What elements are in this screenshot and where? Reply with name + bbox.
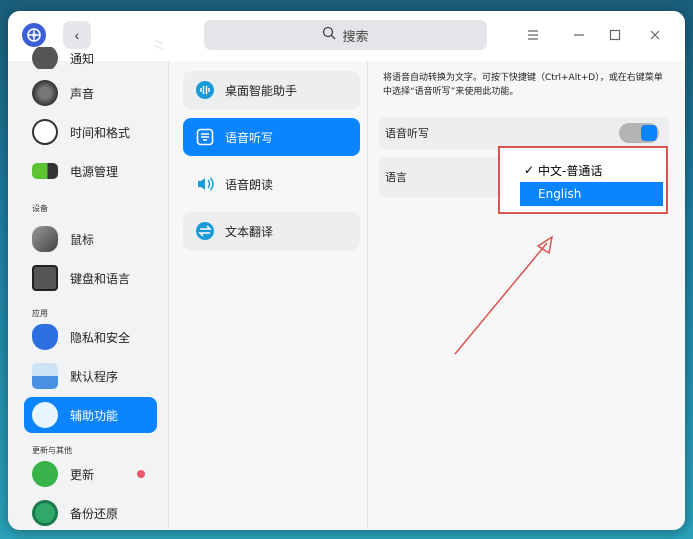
menu-icon <box>528 30 538 40</box>
sidebar-item-backup-restore[interactable]: 备份还原 <box>24 495 157 530</box>
language-dropdown[interactable]: ✓ 中文-普通话 English <box>498 146 668 214</box>
shield-icon <box>32 324 58 350</box>
menu-button[interactable] <box>518 21 548 49</box>
keyboard-icon <box>32 265 58 291</box>
submenu-item-assistant[interactable]: 桌面智能助手 <box>183 71 360 109</box>
control-center-logo-icon <box>22 23 46 47</box>
assistant-icon <box>195 80 215 100</box>
battery-icon <box>32 163 58 179</box>
submenu-item-read-aloud[interactable]: 语音朗读 <box>183 165 360 203</box>
sidebar-item-accessibility[interactable]: 辅助功能 <box>24 397 157 433</box>
back-button[interactable]: ‹ <box>63 21 91 49</box>
sidebar-item-update[interactable]: 更新 <box>24 456 157 492</box>
search-icon <box>322 26 336 44</box>
accessibility-submenu: 桌面智能助手 语音听写 语音朗读 文本翻译 <box>168 61 368 530</box>
backup-icon <box>32 500 58 526</box>
sidebar: 通知 声音 时间和格式 电源管理 设备 鼠标 键盘和语言 应用 隐私和安全 默认… <box>8 47 168 530</box>
minimize-icon <box>574 34 584 36</box>
submenu-item-translate[interactable]: 文本翻译 <box>183 212 360 250</box>
mouse-icon <box>32 226 58 252</box>
accessibility-icon <box>32 402 58 428</box>
sidebar-item-notification[interactable]: 通知 <box>24 47 157 69</box>
translate-icon <box>195 221 215 241</box>
sidebar-item-sound[interactable]: 声音 <box>24 75 157 111</box>
default-apps-icon <box>32 363 58 389</box>
sidebar-item-privacy-security[interactable]: 隐私和安全 <box>24 319 157 355</box>
dictation-icon <box>195 127 215 147</box>
sidebar-group-apps: 应用 <box>32 309 48 318</box>
language-label: 语言 <box>385 171 407 184</box>
dictation-description: 将语音自动转换为文字。可按下快捷键（Ctrl+Alt+D），或在右键菜单中选择“… <box>383 73 663 97</box>
sidebar-item-keyboard-language[interactable]: 键盘和语言 <box>24 260 157 296</box>
minimize-button[interactable] <box>564 21 594 49</box>
sidebar-group-more: 更新与其他 <box>32 446 72 455</box>
speaker-read-icon <box>195 174 215 194</box>
search-placeholder: 搜索 <box>342 29 369 45</box>
settings-window: ‹ 搜索 通知 声音 时间和格式 电源管理 设备 鼠标 键盘和语言 应用 隐私和… <box>8 11 685 530</box>
dictation-toggle[interactable] <box>619 123 659 143</box>
sidebar-group-devices: 设备 <box>32 204 48 213</box>
sidebar-item-power[interactable]: 电源管理 <box>24 153 157 189</box>
toggle-knob <box>641 125 657 141</box>
update-badge <box>137 470 145 478</box>
sidebar-item-mouse[interactable]: 鼠标 <box>24 221 157 257</box>
search-input[interactable]: 搜索 <box>204 20 487 50</box>
clock-icon <box>32 119 58 145</box>
submenu-item-dictation[interactable]: 语音听写 <box>183 118 360 156</box>
close-icon <box>650 30 660 40</box>
language-option-english[interactable]: English <box>520 182 663 206</box>
dictation-label: 语音听写 <box>385 127 429 140</box>
update-icon <box>32 461 58 487</box>
notification-icon <box>32 47 58 69</box>
maximize-button[interactable] <box>600 21 630 49</box>
close-button[interactable] <box>640 21 670 49</box>
dictation-settings-panel: 将语音自动转换为文字。可按下快捷键（Ctrl+Alt+D），或在右键菜单中选择“… <box>369 61 685 530</box>
sidebar-item-default-apps[interactable]: 默认程序 <box>24 358 157 394</box>
dictation-toggle-row: 语音听写 <box>379 117 669 149</box>
sidebar-item-time-format[interactable]: 时间和格式 <box>24 114 157 150</box>
checkmark-icon: ✓ <box>523 163 535 177</box>
speaker-icon <box>32 80 58 106</box>
chevron-left-icon: ‹ <box>74 27 80 43</box>
maximize-icon <box>609 29 621 41</box>
language-option-chinese[interactable]: ✓ 中文-普通话 <box>520 158 663 182</box>
